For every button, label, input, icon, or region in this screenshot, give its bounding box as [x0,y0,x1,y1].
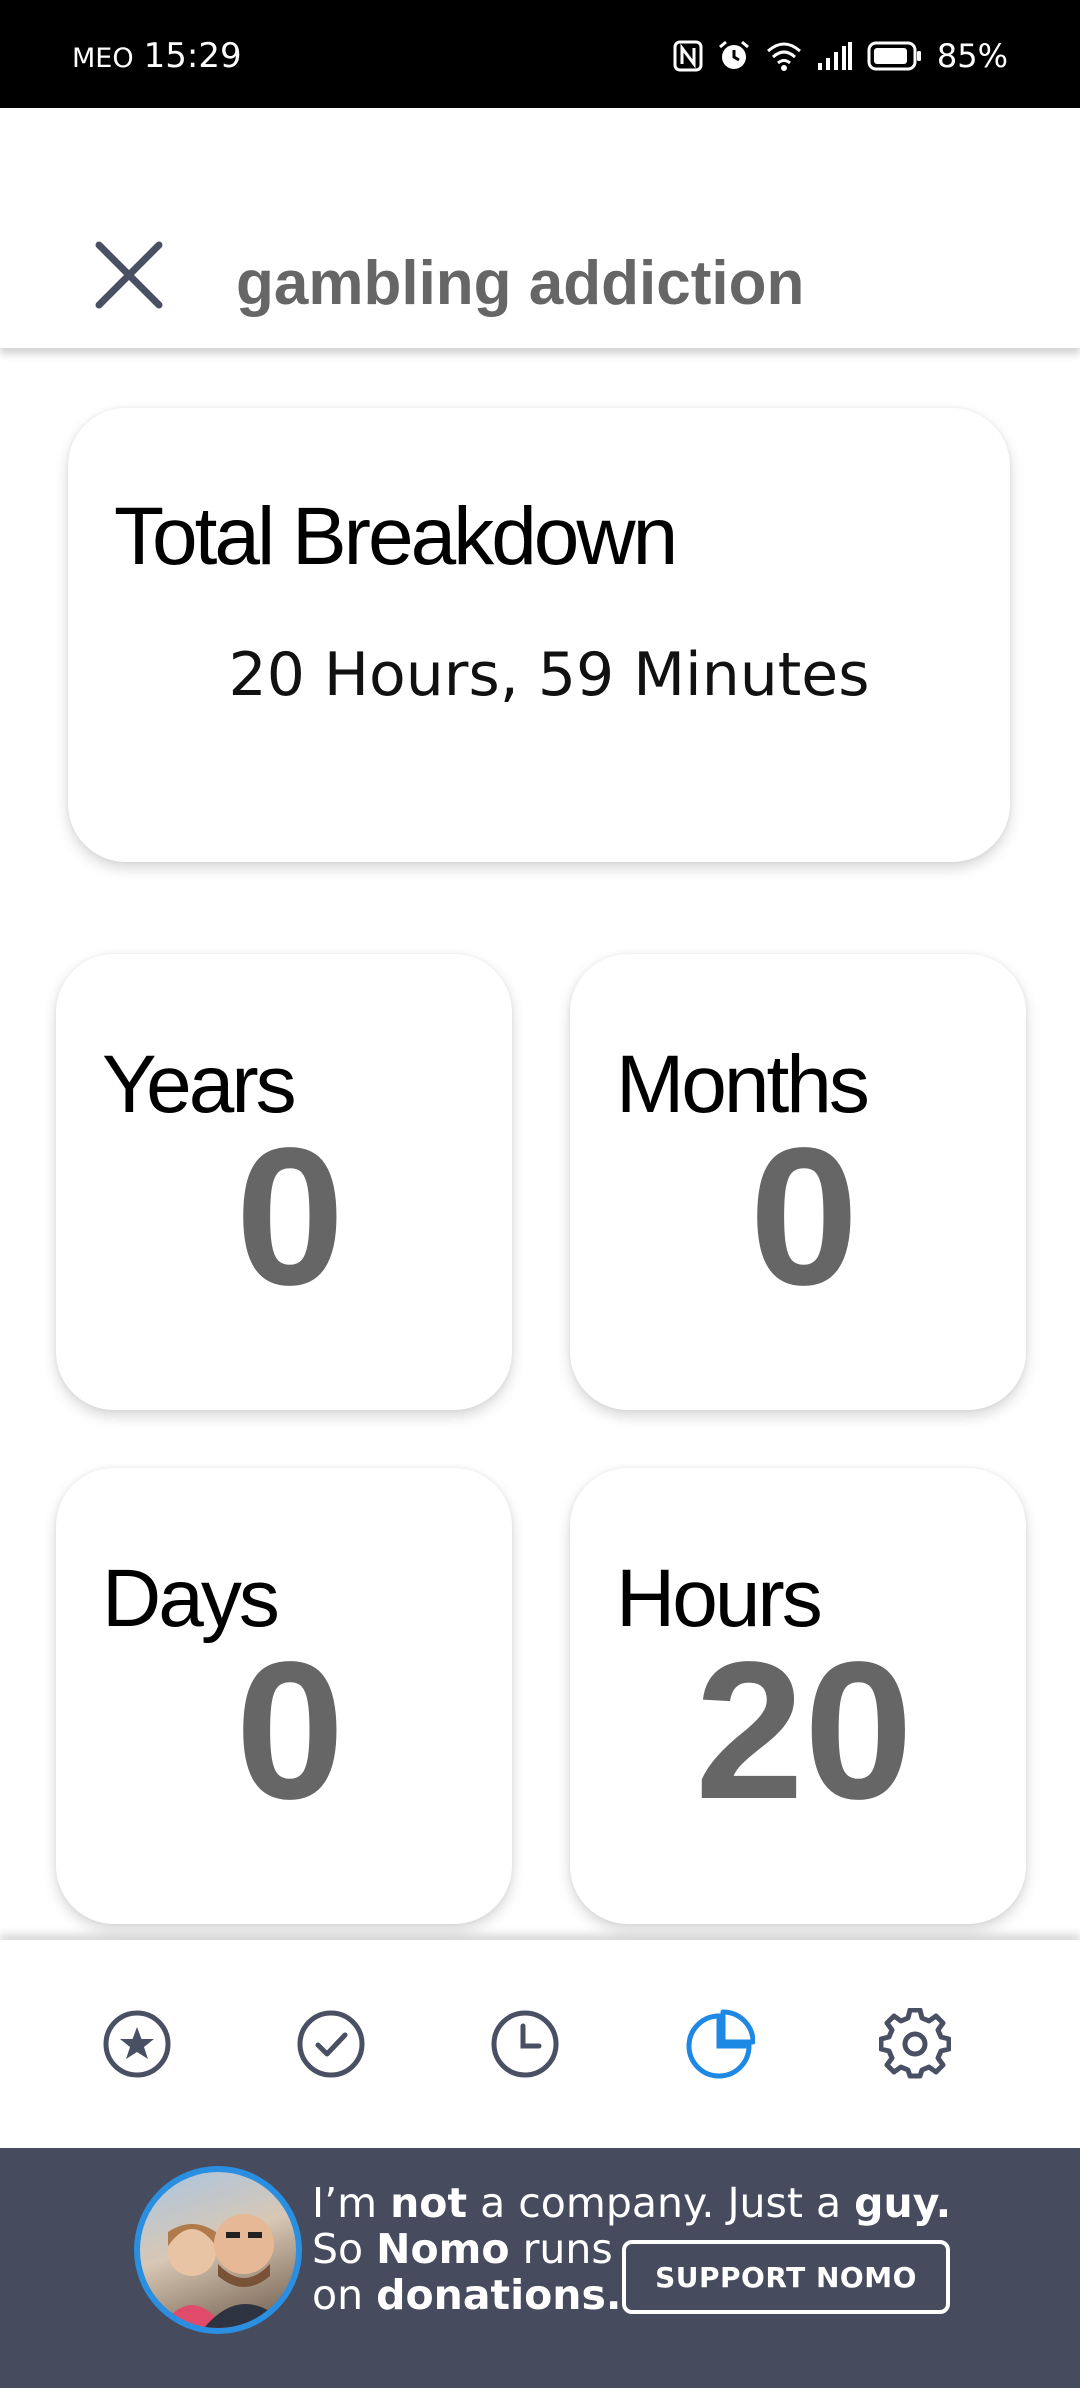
nav-checkins[interactable] [283,1996,379,2092]
days-value: 0 [235,1621,345,1840]
banner-line-3: on donations. [312,2271,622,2319]
alarm-icon [717,39,751,73]
close-icon [95,241,163,309]
status-right: 85% [673,36,1008,76]
page-title: gambling addiction [236,249,805,318]
nav-breakdown[interactable] [671,1996,767,2092]
banner-line-2: So Nomo runs [312,2225,613,2273]
days-card: Days 0 [56,1468,512,1924]
gear-icon [879,2008,951,2079]
nav-favorites[interactable] [89,1996,185,2092]
carrier-label: MEO [72,43,134,74]
years-card: Years 0 [56,954,512,1410]
battery-percentage: 85% [936,37,1008,75]
star-icon [103,2010,171,2078]
header: gambling addiction [0,108,1080,348]
pie-chart-icon [686,2009,755,2079]
wifi-icon [765,40,803,72]
hours-card: Hours 20 [570,1468,1026,1924]
support-nomo-button[interactable]: SUPPORT NOMO [622,2240,950,2314]
total-breakdown-value: 20 Hours, 59 Minutes [228,640,870,710]
nav-settings[interactable] [867,1996,963,2092]
clock-icon [491,2010,559,2078]
avatar [134,2166,302,2334]
status-left: MEO 15:29 [72,36,242,76]
months-value: 0 [749,1107,859,1326]
nfc-icon [673,40,703,72]
screen: MEO 15:29 85% gambling addiction Total B… [0,0,1080,2388]
signal-icon [817,41,853,71]
hours-value: 20 [694,1621,913,1840]
battery-icon [867,41,923,71]
clock: 15:29 [143,36,242,76]
total-breakdown-card: Total Breakdown 20 Hours, 59 Minutes [68,408,1010,862]
banner-line-1: I’m not a company. Just a guy. [312,2179,952,2227]
years-value: 0 [235,1107,345,1326]
total-breakdown-title: Total Breakdown [114,491,678,582]
bottom-navigation [0,1940,1080,2148]
months-card: Months 0 [570,954,1026,1410]
status-bar: MEO 15:29 85% [0,0,1080,108]
check-circle-icon [297,2010,365,2078]
close-button[interactable] [86,232,172,318]
nav-history[interactable] [477,1996,573,2092]
donation-banner: I’m not a company. Just a guy. So Nomo r… [0,2148,1080,2388]
